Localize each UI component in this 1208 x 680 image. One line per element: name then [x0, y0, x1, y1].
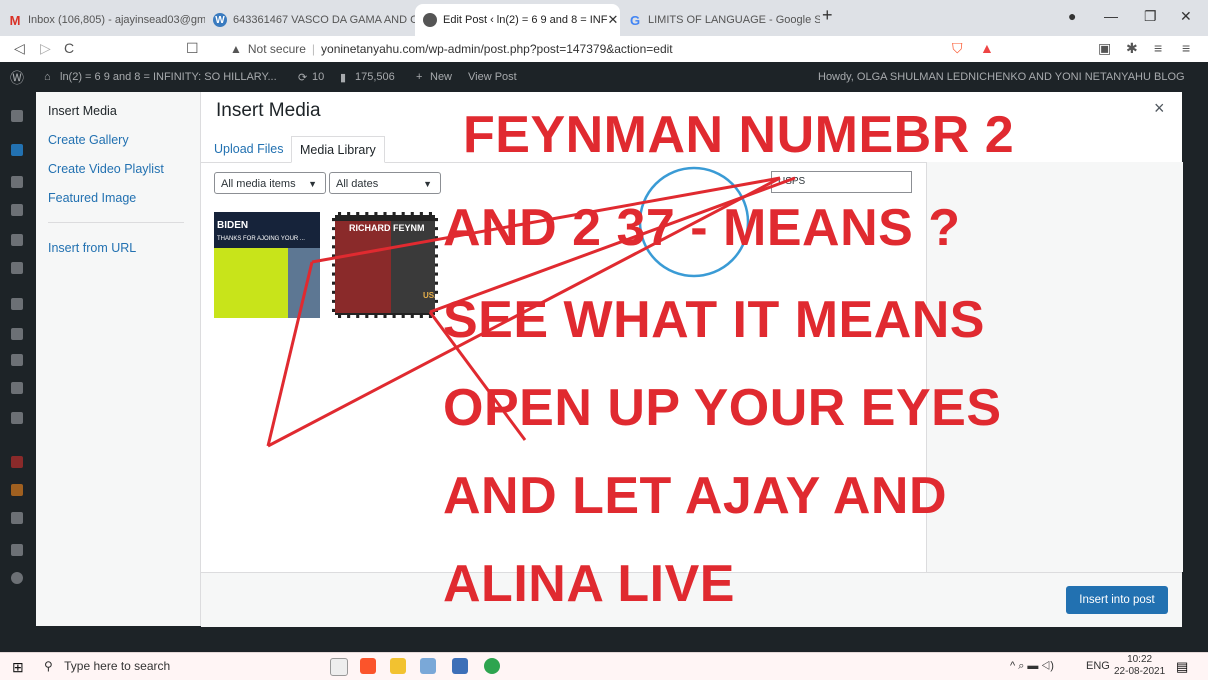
overlay-line-1: FEYNMAN NUMEBR 2 — [463, 106, 1015, 164]
windows-taskbar: ⊞ ⚲ Type here to search ^ ⌕ ▬ ◁) ENG 10:… — [0, 652, 1208, 680]
clock-date: 22-08-2021 — [1114, 666, 1166, 677]
language-indicator[interactable]: ENG — [1086, 660, 1110, 672]
overlay-line-4: OPEN UP YOUR EYES — [443, 379, 1002, 437]
clock-time: 10:22 — [1127, 654, 1153, 665]
file-explorer-icon[interactable] — [390, 658, 406, 674]
overlay-line-2: AND 2 37 - MEANS ? — [443, 199, 961, 257]
taskbar-clock[interactable]: 10:22 22-08-2021 — [1114, 654, 1165, 678]
brave-icon[interactable] — [360, 658, 376, 674]
taskbar-search[interactable]: ⚲ Type here to search — [44, 653, 170, 680]
windows-start-icon[interactable]: ⊞ — [12, 659, 24, 676]
whatsapp-icon[interactable] — [484, 658, 500, 674]
paint-icon[interactable] — [420, 658, 436, 674]
overlay-line-6: ALINA LIVE — [443, 555, 735, 613]
system-tray-icons[interactable]: ^ ⌕ ▬ ◁) — [1010, 660, 1054, 673]
search-icon: ⚲ — [44, 659, 53, 673]
overlay-line-5: AND LET AJAY AND — [443, 467, 948, 525]
app-icon[interactable] — [452, 658, 468, 674]
taskbar-search-placeholder: Type here to search — [64, 659, 171, 673]
overlay-line-3: SEE WHAT IT MEANS — [443, 291, 985, 349]
task-view-icon[interactable] — [330, 658, 348, 676]
notifications-icon[interactable]: ▤ — [1176, 659, 1188, 675]
